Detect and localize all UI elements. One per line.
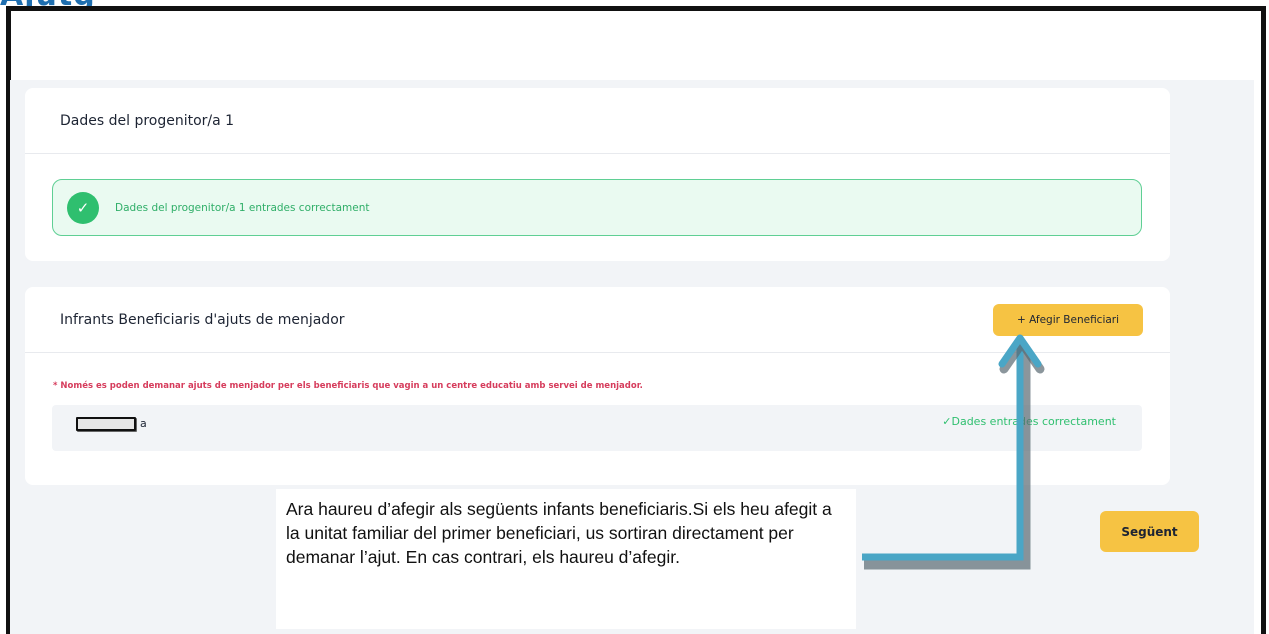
- arrow-line: [862, 342, 1024, 561]
- annotation-arrow: [862, 334, 1045, 570]
